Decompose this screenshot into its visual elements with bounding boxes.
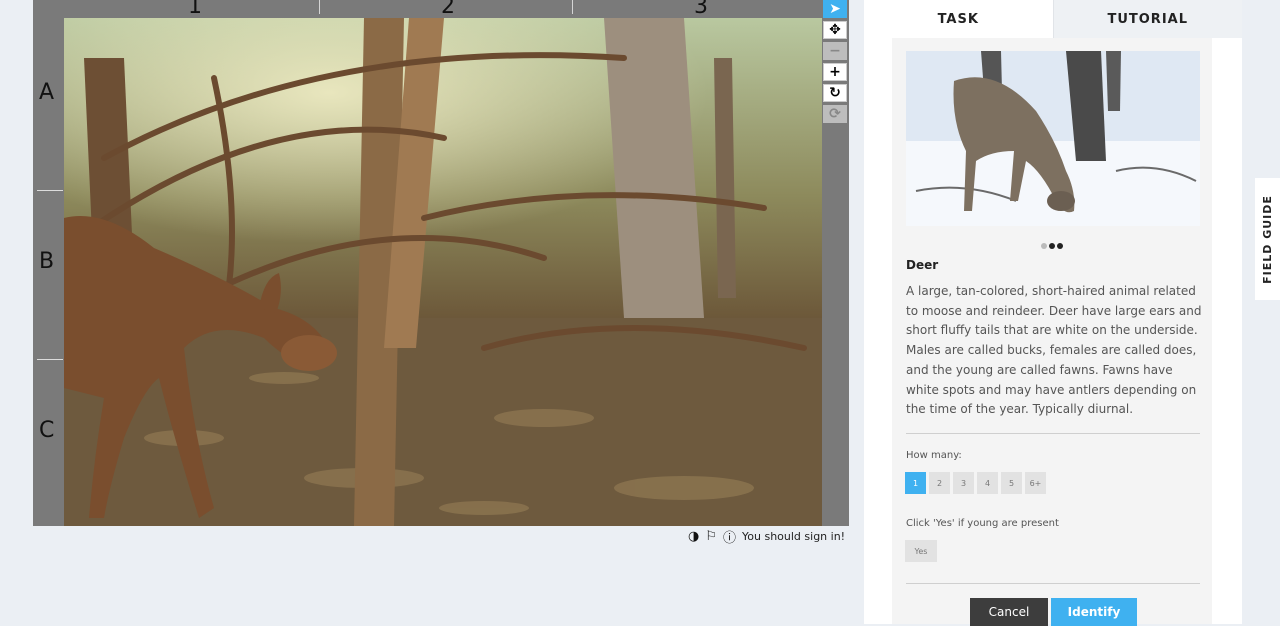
info-icon[interactable]: ⓘ bbox=[723, 527, 736, 546]
count-selector: 1 2 3 4 5 6+ bbox=[905, 472, 1046, 494]
grid-row-label: B bbox=[39, 249, 55, 274]
divider bbox=[906, 583, 1200, 584]
young-present-label: Click 'Yes' if young are present bbox=[906, 518, 1059, 529]
species-description: A large, tan-colored, short-haired anima… bbox=[906, 284, 1202, 417]
divider bbox=[906, 433, 1200, 434]
field-guide-tab[interactable]: FIELD GUIDE bbox=[1255, 178, 1280, 300]
grid-row-label: A bbox=[39, 80, 55, 105]
image-carousel-dots bbox=[892, 234, 1212, 253]
field-guide-label: FIELD GUIDE bbox=[1261, 194, 1275, 284]
subject-viewer: 1 2 3 A B C ➤ ✥ − + ↻ ⟳ bbox=[33, 0, 849, 526]
count-button-3[interactable]: 3 bbox=[953, 472, 974, 494]
young-yes-button[interactable]: Yes bbox=[905, 540, 937, 562]
count-button-2[interactable]: 2 bbox=[929, 472, 950, 494]
tab-task[interactable]: TASK bbox=[864, 0, 1053, 38]
sign-in-message: You should sign in! bbox=[742, 529, 846, 543]
grid-row-separator bbox=[37, 359, 63, 360]
action-buttons: Cancel Identify bbox=[970, 598, 1137, 626]
how-many-label: How many: bbox=[906, 450, 962, 461]
carousel-dot[interactable] bbox=[1049, 243, 1055, 249]
grid-column-label: 3 bbox=[694, 0, 708, 19]
cancel-button[interactable]: Cancel bbox=[970, 598, 1048, 626]
grid-column-separator bbox=[572, 0, 573, 14]
contrast-icon[interactable]: ◑ bbox=[688, 529, 699, 544]
task-panel: TASK TUTORIAL Deer A large, tan-colored,… bbox=[864, 0, 1242, 626]
flag-icon[interactable]: ⚐ bbox=[705, 529, 717, 544]
species-card: Deer A large, tan-colored, short-haired … bbox=[892, 38, 1212, 626]
pointer-icon[interactable]: ➤ bbox=[823, 0, 847, 18]
identify-button[interactable]: Identify bbox=[1051, 598, 1137, 626]
count-button-6-plus[interactable]: 6+ bbox=[1025, 472, 1046, 494]
carousel-dot[interactable] bbox=[1041, 243, 1047, 249]
tab-tutorial[interactable]: TUTORIAL bbox=[1052, 0, 1242, 38]
carousel-dot[interactable] bbox=[1057, 243, 1063, 249]
count-button-4[interactable]: 4 bbox=[977, 472, 998, 494]
grid-column-label: 1 bbox=[188, 0, 202, 19]
species-photo[interactable] bbox=[906, 51, 1200, 226]
rotate-icon[interactable]: ↻ bbox=[823, 84, 847, 102]
panel-tabs: TASK TUTORIAL bbox=[864, 0, 1242, 38]
count-button-5[interactable]: 5 bbox=[1001, 472, 1022, 494]
zoom-out-icon[interactable]: − bbox=[823, 42, 847, 60]
count-button-1[interactable]: 1 bbox=[905, 472, 926, 494]
move-icon[interactable]: ✥ bbox=[823, 21, 847, 39]
reset-icon[interactable]: ⟳ bbox=[823, 105, 847, 123]
grid-row-separator bbox=[37, 190, 63, 191]
grid-column-separator bbox=[319, 0, 320, 14]
grid-column-label: 2 bbox=[441, 0, 455, 19]
viewer-toolbar: ➤ ✥ − + ↻ ⟳ bbox=[823, 0, 849, 126]
zoom-in-icon[interactable]: + bbox=[823, 63, 847, 81]
subject-image[interactable] bbox=[64, 18, 822, 526]
grid-row-label: C bbox=[39, 418, 55, 443]
species-name: Deer bbox=[906, 258, 939, 272]
subject-meta-bar: ◑ ⚐ ⓘ You should sign in! bbox=[688, 527, 846, 546]
